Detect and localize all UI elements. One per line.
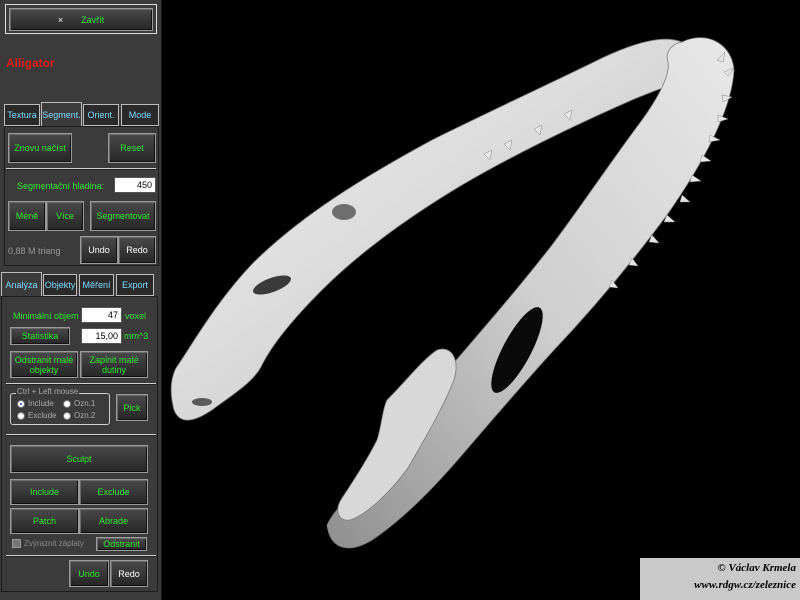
tab-orient[interactable]: Orient.	[83, 104, 119, 126]
tab-export[interactable]: Export	[116, 274, 154, 296]
3d-viewport[interactable]	[162, 0, 800, 600]
mouse-mode-group-label: Ctrl + Left mouse	[16, 387, 80, 396]
patch-button[interactable]: Patch	[10, 508, 79, 534]
radio-mark2[interactable]	[63, 412, 71, 420]
fenestra	[332, 204, 356, 220]
model-title: Alligator	[6, 56, 55, 70]
watermark-url: www.rdgw.cz/zeleznice	[694, 579, 796, 591]
tab-textura[interactable]: Textura	[4, 104, 40, 126]
close-button[interactable]: × Zavřít	[9, 8, 153, 31]
sculpt-button[interactable]: Sculpt	[10, 445, 148, 473]
fenestra	[192, 398, 212, 406]
divider	[6, 168, 156, 170]
remove-patches-button[interactable]: Odstranit	[96, 537, 147, 551]
reset-button[interactable]: Reset	[108, 133, 156, 163]
tab-segment[interactable]: Segment.	[41, 102, 82, 127]
abrade-button[interactable]: Abrade	[79, 508, 148, 534]
radio-include-label: Include	[28, 399, 54, 408]
segmentation-level-input[interactable]: 450	[114, 177, 156, 193]
fill-small-cavities-button[interactable]: Zaplnit malé dutiny	[80, 351, 148, 378]
mandible-model	[170, 37, 735, 549]
tab-mereni[interactable]: Měření	[79, 274, 114, 296]
tab-mode[interactable]: Mode	[121, 104, 159, 126]
segment-undo-button[interactable]: Undo	[80, 236, 118, 264]
statistics-button[interactable]: Statistika	[10, 327, 70, 345]
close-button-label: Zavřít	[81, 14, 105, 25]
mouse-mode-group	[10, 393, 110, 425]
radio-exclude-label: Exclude	[28, 411, 57, 420]
divider	[6, 555, 156, 557]
tab-analyza[interactable]: Analýza	[1, 272, 42, 297]
statistics-value: 15,00	[81, 328, 122, 344]
divider	[6, 383, 156, 385]
pick-button[interactable]: Pick	[116, 394, 148, 421]
min-volume-label: Minimální objem	[13, 311, 79, 321]
radio-mark1[interactable]	[63, 400, 71, 408]
more-button[interactable]: Více	[46, 201, 84, 231]
radio-mark1-label: Ozn.1	[74, 399, 96, 408]
less-button[interactable]: Méně	[8, 201, 46, 231]
copyright-watermark: © Václav Krmela www.rdgw.cz/zeleznice	[640, 558, 800, 600]
exclude-button[interactable]: Exclude	[79, 479, 148, 505]
radio-include[interactable]	[17, 400, 25, 408]
remove-small-objects-button[interactable]: Odstranit malé objekty	[10, 351, 78, 378]
radio-exclude[interactable]	[17, 412, 25, 420]
segment-redo-button[interactable]: Redo	[118, 236, 156, 264]
reload-button[interactable]: Znovu načíst	[8, 133, 72, 163]
triangle-count: 0,88 M triang	[8, 246, 61, 256]
analysis-undo-button[interactable]: Undo	[69, 560, 109, 587]
highlight-patches-checkbox[interactable]	[12, 539, 21, 548]
tab-objekty[interactable]: Objekty	[43, 274, 77, 296]
highlight-patches-label: Zvýraznit záplaty	[24, 539, 85, 548]
segmentation-level-label: Segmentační hladina:	[17, 181, 105, 191]
include-button[interactable]: Include	[10, 479, 79, 505]
control-panel: × Zavřít Alligator Textura Segment. Orie…	[0, 0, 162, 600]
close-icon: ×	[57, 14, 64, 25]
min-volume-input[interactable]: 47	[81, 307, 122, 323]
analysis-redo-button[interactable]: Redo	[110, 560, 148, 587]
radio-mark2-label: Ozn.2	[74, 411, 96, 420]
segment-button[interactable]: Segmentovat	[90, 201, 156, 231]
divider	[6, 434, 156, 436]
watermark-author: © Václav Krmela	[717, 562, 797, 574]
statistics-unit: mm^3	[124, 331, 149, 341]
min-volume-unit: voxel	[125, 311, 147, 321]
